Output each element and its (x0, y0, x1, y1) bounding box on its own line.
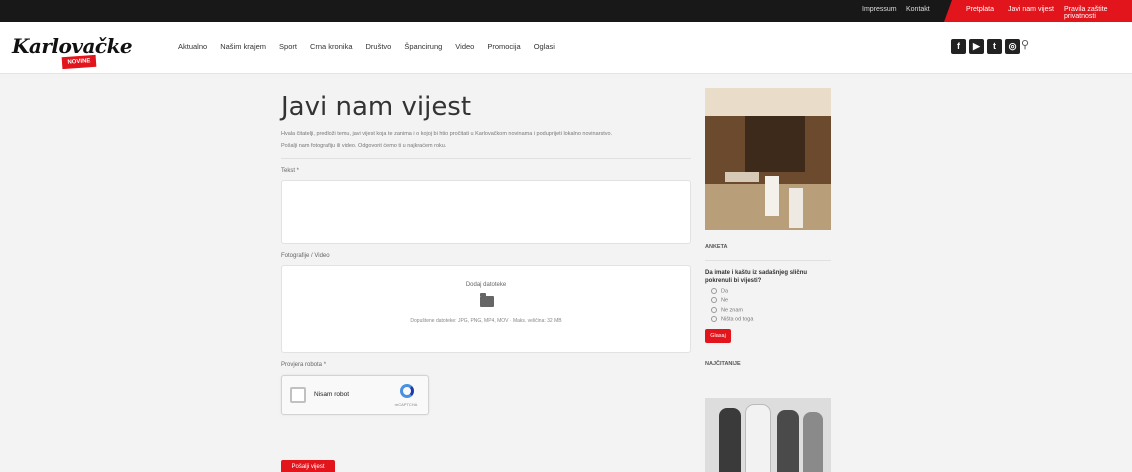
topbar-link-pretplata[interactable]: Pretplata (966, 6, 994, 13)
poll-option[interactable]: Ne znam (711, 307, 831, 313)
media-label: Fotografije / Video (281, 253, 330, 259)
upload-title: Dodaj datoteke (465, 282, 507, 288)
divider (705, 260, 831, 261)
poll-option[interactable]: Ne (711, 297, 831, 304)
nav-drustvo[interactable]: Društvo (366, 42, 392, 51)
nav-aktualno[interactable]: Aktualno (178, 42, 207, 51)
poll-option[interactable]: Ništa od toga (711, 316, 831, 323)
recaptcha-brand: reCAPTCHA (394, 402, 418, 407)
topbar-link-kontakt[interactable]: Kontakt (906, 6, 930, 13)
folder-icon (480, 293, 494, 307)
submit-news-form: Javi nam vijest Hvala čitatelji, predlož… (281, 92, 691, 415)
page-title: Javi nam vijest (281, 92, 472, 122)
poll-heading: ANKETA (705, 244, 728, 250)
upload-note: Dopuštene datoteke: JPG, PNG, MP4, MOV ·… (410, 318, 562, 324)
intro-text: Hvala čitatelji, predloži temu, javi vij… (281, 131, 613, 137)
poll-question: Da imate i kaštu iz sadašnjeg sličnu pok… (705, 270, 808, 284)
captcha-label: Provjera robota * (281, 362, 327, 368)
ad-image-restaurant[interactable] (705, 88, 831, 230)
topbar-link-impressum[interactable]: Impressum (862, 6, 897, 13)
nav-oglasi[interactable]: Oglasi (534, 42, 555, 51)
logo-badge: NOVINE (61, 54, 97, 70)
submit-button[interactable]: Pošalji vijest (281, 460, 335, 472)
recaptcha-widget: Nisam robot reCAPTCHA (281, 375, 429, 415)
recaptcha-checkbox[interactable] (290, 387, 306, 403)
sidebar: ANKETA Da imate i kaštu iz sadašnjeg sli… (705, 88, 831, 472)
nav-crna-kronika[interactable]: Crna kronika (310, 42, 353, 51)
nav-promocija[interactable]: Promocija (487, 42, 520, 51)
intro-text-2: Pošalji nam fotografiju ili video. Odgov… (281, 143, 447, 149)
topbar-link-privacy[interactable]: Pravila zaštite privatnosti (1064, 6, 1132, 20)
nav-sport[interactable]: Sport (279, 42, 297, 51)
vote-button[interactable]: Glasaj (705, 328, 731, 343)
topbar-link-javi-nam-vijest[interactable]: Javi nam vijest (1008, 6, 1054, 13)
divider (281, 158, 691, 159)
twitter-icon[interactable]: t (987, 39, 1002, 54)
poll-option[interactable]: Da (711, 288, 831, 294)
file-upload-area[interactable]: Dodaj datoteke Dopuštene datoteke: JPG, … (281, 265, 691, 353)
youtube-icon[interactable]: ▶ (969, 39, 984, 54)
site-logo[interactable]: Karlovačke (12, 34, 133, 58)
social-links: f ▶ t ◎ (951, 39, 1020, 54)
text-label: Tekst * (281, 168, 300, 174)
news-text-field[interactable] (281, 180, 691, 244)
recaptcha-text: Nisam robot (314, 391, 350, 398)
latest-heading: NAJČITANIJE (705, 360, 741, 367)
search-icon[interactable]: ⚲ (1021, 38, 1029, 51)
nav-spancirung[interactable]: Špancirung (404, 42, 442, 51)
site-header: Karlovačke NOVINE Aktualno Našim krajem … (0, 22, 1132, 74)
top-bar: Impressum Kontakt Pretplata Javi nam vij… (0, 0, 1132, 22)
latest-article-image[interactable] (705, 398, 831, 472)
topbar-red-section: Pretplata Javi nam vijest Pravila zaštit… (944, 0, 1132, 22)
nav-video[interactable]: Video (455, 42, 474, 51)
nav-nasim-krajem[interactable]: Našim krajem (220, 42, 266, 51)
facebook-icon[interactable]: f (951, 39, 966, 54)
recaptcha-icon (400, 384, 414, 398)
instagram-icon[interactable]: ◎ (1005, 39, 1020, 54)
main-nav: Aktualno Našim krajem Sport Crna kronika… (178, 42, 568, 51)
